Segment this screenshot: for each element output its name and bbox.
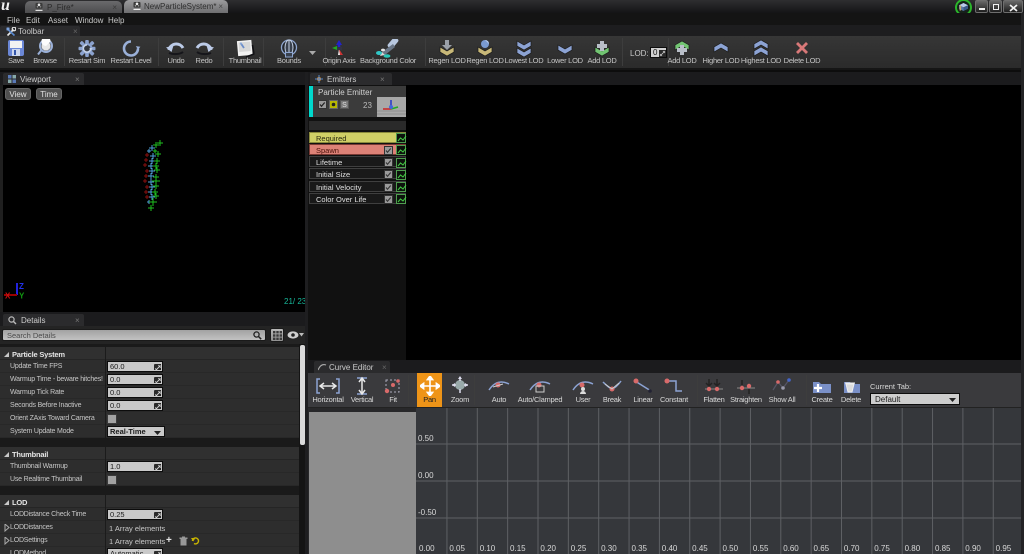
svg-text:0.55: 0.55 bbox=[753, 544, 769, 553]
svg-text:0.20: 0.20 bbox=[540, 544, 556, 553]
svg-text:0.10: 0.10 bbox=[480, 544, 496, 553]
svg-text:0.30: 0.30 bbox=[601, 544, 617, 553]
svg-text:Z: Z bbox=[19, 282, 24, 291]
svg-text:0.35: 0.35 bbox=[631, 544, 647, 553]
svg-text:0.50: 0.50 bbox=[418, 434, 434, 443]
svg-text:0.70: 0.70 bbox=[844, 544, 860, 553]
svg-text:0.85: 0.85 bbox=[935, 544, 951, 553]
svg-text:0.00: 0.00 bbox=[419, 544, 435, 553]
svg-text:0.45: 0.45 bbox=[692, 544, 708, 553]
svg-text:0.80: 0.80 bbox=[905, 544, 921, 553]
svg-text:0.75: 0.75 bbox=[874, 544, 890, 553]
svg-text:0.15: 0.15 bbox=[510, 544, 526, 553]
svg-text:0.50: 0.50 bbox=[723, 544, 739, 553]
svg-text:0.40: 0.40 bbox=[662, 544, 678, 553]
svg-text:0.00: 0.00 bbox=[418, 471, 434, 480]
svg-text:0.65: 0.65 bbox=[814, 544, 830, 553]
svg-text:0.05: 0.05 bbox=[449, 544, 465, 553]
svg-text:-0.50: -0.50 bbox=[418, 508, 437, 517]
svg-text:0.60: 0.60 bbox=[783, 544, 799, 553]
svg-text:Y: Y bbox=[19, 292, 25, 301]
svg-text:X: X bbox=[5, 292, 11, 301]
svg-text:0.95: 0.95 bbox=[996, 544, 1012, 553]
svg-text:0.90: 0.90 bbox=[965, 544, 981, 553]
svg-text:0.25: 0.25 bbox=[571, 544, 587, 553]
